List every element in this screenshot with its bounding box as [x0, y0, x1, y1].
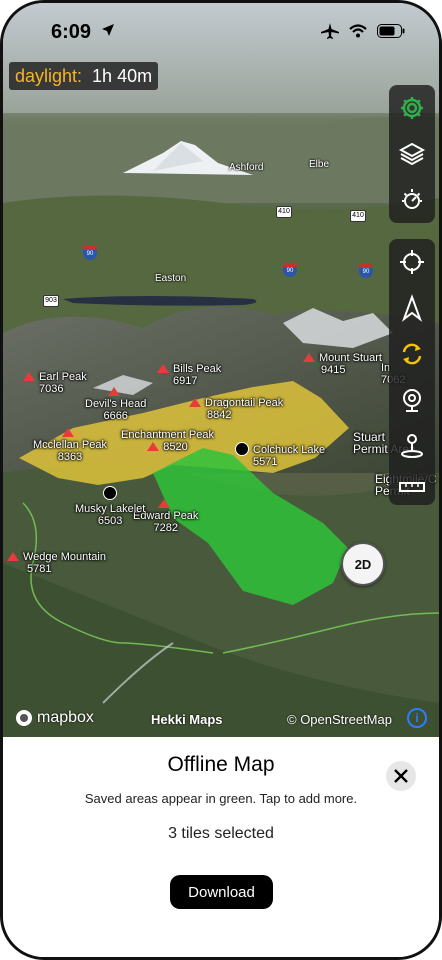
peak-icon	[61, 428, 74, 437]
peak-icon	[157, 364, 169, 373]
status-bar: 6:09	[3, 3, 439, 61]
town-label: Ashford	[229, 162, 264, 173]
peak-icon	[303, 353, 315, 362]
wifi-icon	[349, 24, 367, 38]
sheet-title: Offline Map	[167, 753, 275, 776]
pin-icon	[401, 434, 423, 458]
status-icons	[321, 23, 405, 39]
town-label: Easton	[155, 273, 187, 284]
interstate-shield: 90	[359, 264, 373, 278]
peak-icon	[157, 499, 170, 508]
interstate-shield: 90	[83, 246, 97, 260]
webcam-icon	[403, 389, 421, 412]
location-arrow-icon	[102, 24, 114, 36]
peak-label[interactable]: Wedge Mountain 5781	[7, 551, 106, 575]
peak-label[interactable]: Mcclellan Peak 8363	[33, 427, 107, 463]
refresh-button[interactable]	[389, 331, 435, 377]
navigation-button[interactable]	[389, 285, 435, 331]
compass-2d-button[interactable]: 2D	[341, 542, 385, 586]
daylight-value: 1h 40m	[92, 65, 153, 86]
road-shield: 903	[43, 295, 59, 307]
airplane-icon	[321, 23, 339, 39]
peak-icon	[107, 387, 120, 396]
sun-timer-button[interactable]	[389, 177, 435, 223]
drop-pin-button[interactable]	[389, 423, 435, 469]
peak-icon	[7, 552, 19, 561]
interstate-shield: 90	[283, 263, 297, 277]
close-icon	[394, 769, 408, 783]
ruler-icon	[399, 482, 425, 492]
map-controls-top	[389, 85, 435, 223]
road-shield: 410	[276, 206, 292, 218]
refresh-icon	[402, 343, 422, 365]
crosshair-icon	[400, 250, 424, 274]
daylight-badge: daylight: 1h 40m	[9, 62, 159, 90]
phone-frame: 6:09 daylight: 1h 40m Ashford Elbe Easto…	[0, 0, 442, 960]
peak-label[interactable]: Enchantment Peak 8520	[121, 429, 214, 453]
peak-icon	[147, 442, 160, 451]
lake-label[interactable]: Musky Lakelet 6503	[75, 486, 145, 527]
status-time: 6:09	[51, 21, 92, 43]
measure-button[interactable]	[389, 469, 435, 505]
layers-button[interactable]	[389, 131, 435, 177]
peak-label[interactable]: Earl Peak 7036	[23, 371, 87, 395]
webcam-button[interactable]	[389, 377, 435, 423]
download-button[interactable]: Download	[170, 875, 273, 909]
locate-button[interactable]	[389, 239, 435, 285]
osm-attribution[interactable]: © OpenStreetMap	[287, 712, 392, 727]
lake-icon	[103, 486, 118, 500]
map-controls-bottom	[389, 239, 435, 505]
offline-map-sheet: Offline Map Saved areas appear in green.…	[3, 737, 439, 957]
lake-label[interactable]: Colchuck Lake 5571	[235, 442, 325, 468]
mapbox-logo[interactable]: mapbox	[15, 709, 94, 727]
sun-timer-icon	[402, 189, 422, 209]
battery-icon	[377, 24, 405, 38]
peak-icon	[23, 372, 35, 381]
tiles-selected-count: 3 tiles selected	[168, 825, 274, 842]
mapbox-icon	[16, 710, 32, 726]
layers-icon	[398, 142, 426, 166]
road-shield: 410	[350, 210, 366, 222]
peak-label[interactable]: Devil's Head 6666	[85, 386, 146, 422]
gear-icon	[401, 97, 423, 119]
settings-button[interactable]	[389, 85, 435, 131]
map-view[interactable]: 6:09 daylight: 1h 40m Ashford Elbe Easto…	[3, 3, 439, 737]
daylight-label: daylight:	[15, 65, 83, 86]
info-icon[interactable]: i	[407, 708, 427, 728]
town-label: Elbe	[309, 159, 330, 170]
peak-label[interactable]: Mount Stuart 9415	[303, 352, 382, 376]
close-button[interactable]	[386, 761, 416, 791]
lake-icon	[235, 442, 249, 456]
sheet-subtitle: Saved areas appear in green. Tap to add …	[84, 791, 358, 806]
navigation-arrow-icon	[401, 294, 423, 322]
peak-label[interactable]: Dragontail Peak 8842	[189, 397, 283, 421]
hekki-maps-attribution: Hekki Maps	[151, 712, 223, 727]
peak-label[interactable]: Bills Peak 6917	[157, 363, 221, 387]
peak-icon	[189, 398, 201, 407]
